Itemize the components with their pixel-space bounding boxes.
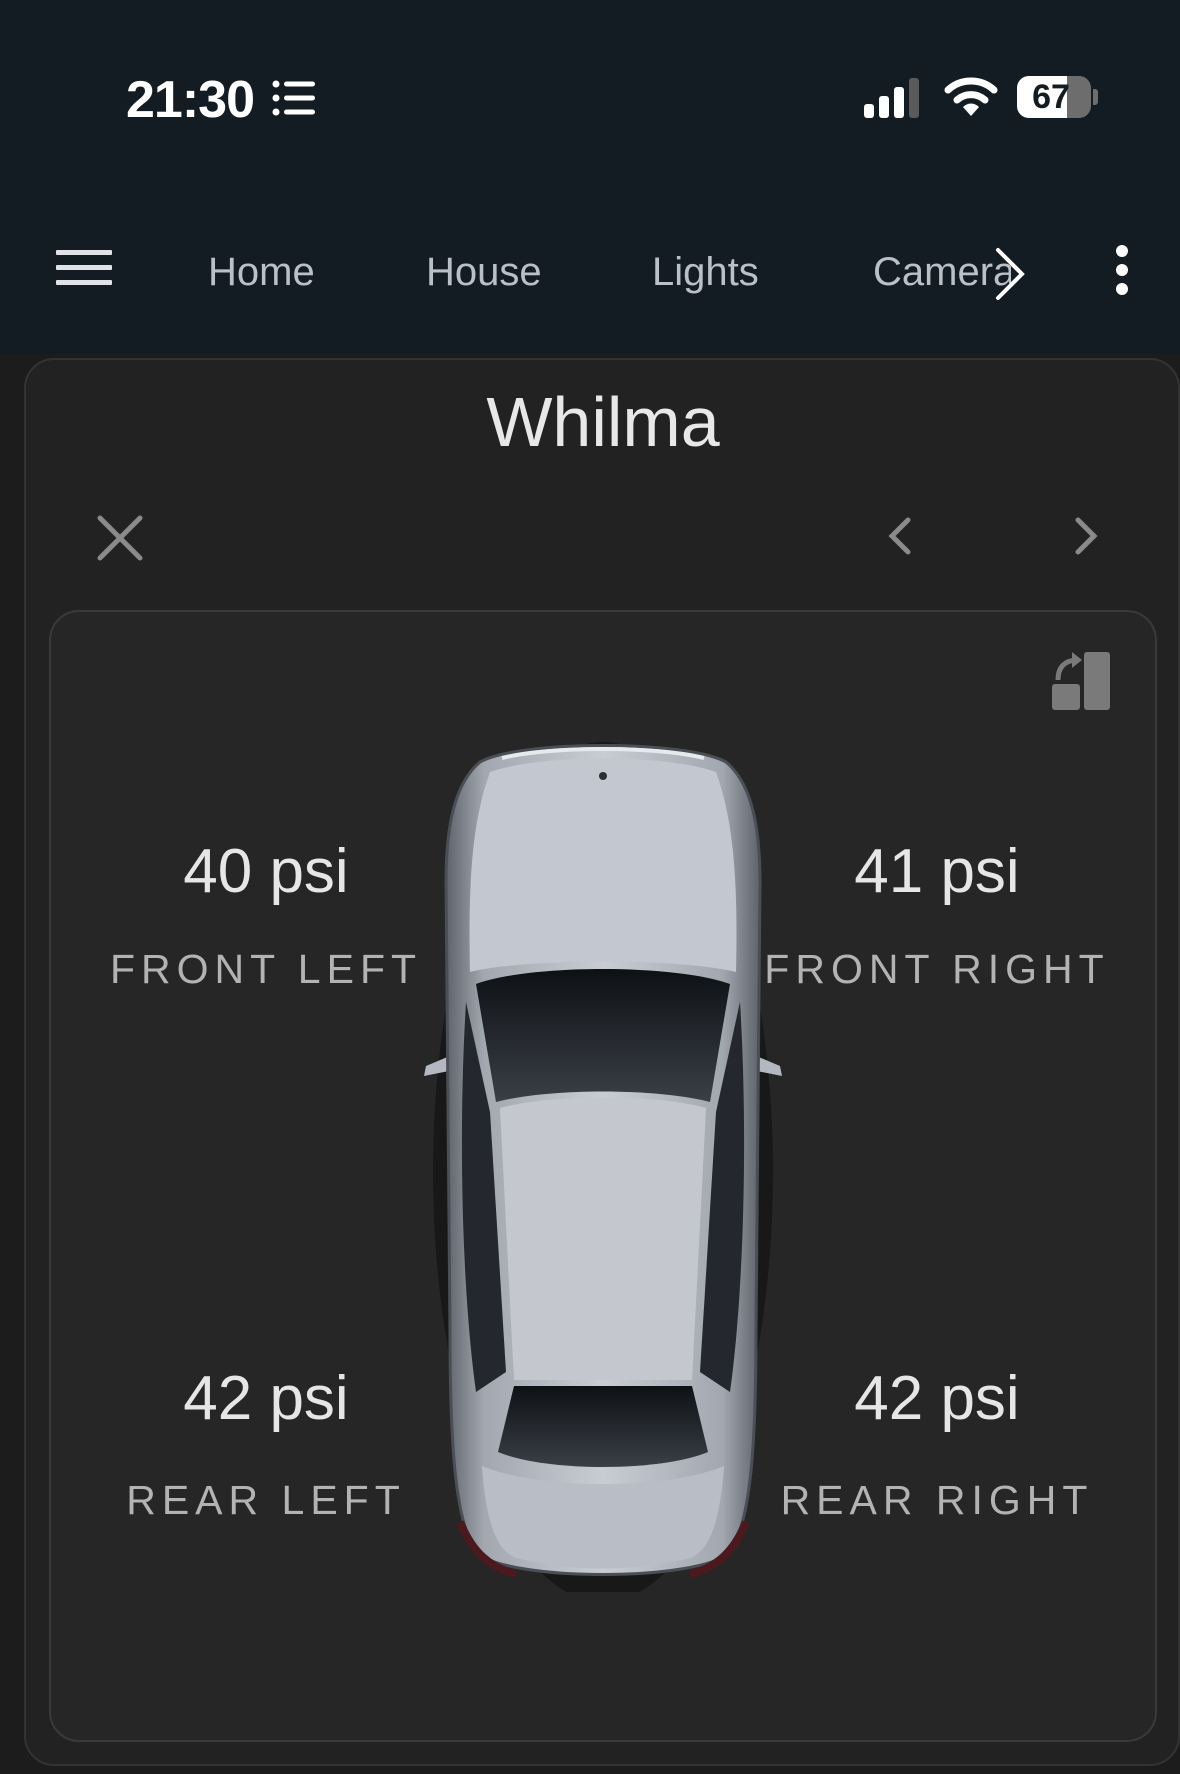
rear-right-pressure: 42 psi <box>854 1364 1020 1433</box>
front-left-pressure: 40 psi <box>183 837 349 906</box>
list-icon <box>272 80 315 116</box>
chevron-right-icon[interactable] <box>1070 516 1102 556</box>
rear-left-pressure: 42 psi <box>183 1364 349 1433</box>
cellular-signal-icon <box>864 78 919 118</box>
dialog-title: Whilma <box>486 383 720 461</box>
car-top-view-image <box>424 742 782 1592</box>
more-vertical-icon[interactable] <box>1110 245 1134 295</box>
battery-indicator: 67 <box>1017 76 1098 118</box>
chevron-right-icon[interactable] <box>992 246 1028 302</box>
battery-level: 67 <box>1032 78 1070 116</box>
swap-orientation-icon[interactable] <box>1050 650 1114 714</box>
rear-right-label: REAR RIGHT <box>780 1477 1094 1523</box>
close-icon[interactable] <box>96 514 144 562</box>
front-right-label: FRONT RIGHT <box>764 946 1110 992</box>
front-right-pressure: 41 psi <box>854 837 1020 906</box>
tab-camera[interactable]: Camera <box>873 250 1011 295</box>
front-left-label: FRONT LEFT <box>109 946 423 992</box>
chevron-left-icon[interactable] <box>884 516 916 556</box>
tab-home[interactable]: Home <box>208 250 315 295</box>
hamburger-menu-icon[interactable] <box>56 248 112 288</box>
wifi-icon <box>944 77 998 116</box>
status-time: 21:30 <box>126 71 255 129</box>
tab-lights[interactable]: Lights <box>652 250 759 295</box>
tab-house[interactable]: House <box>426 250 542 295</box>
rear-left-label: REAR LEFT <box>126 1477 406 1523</box>
